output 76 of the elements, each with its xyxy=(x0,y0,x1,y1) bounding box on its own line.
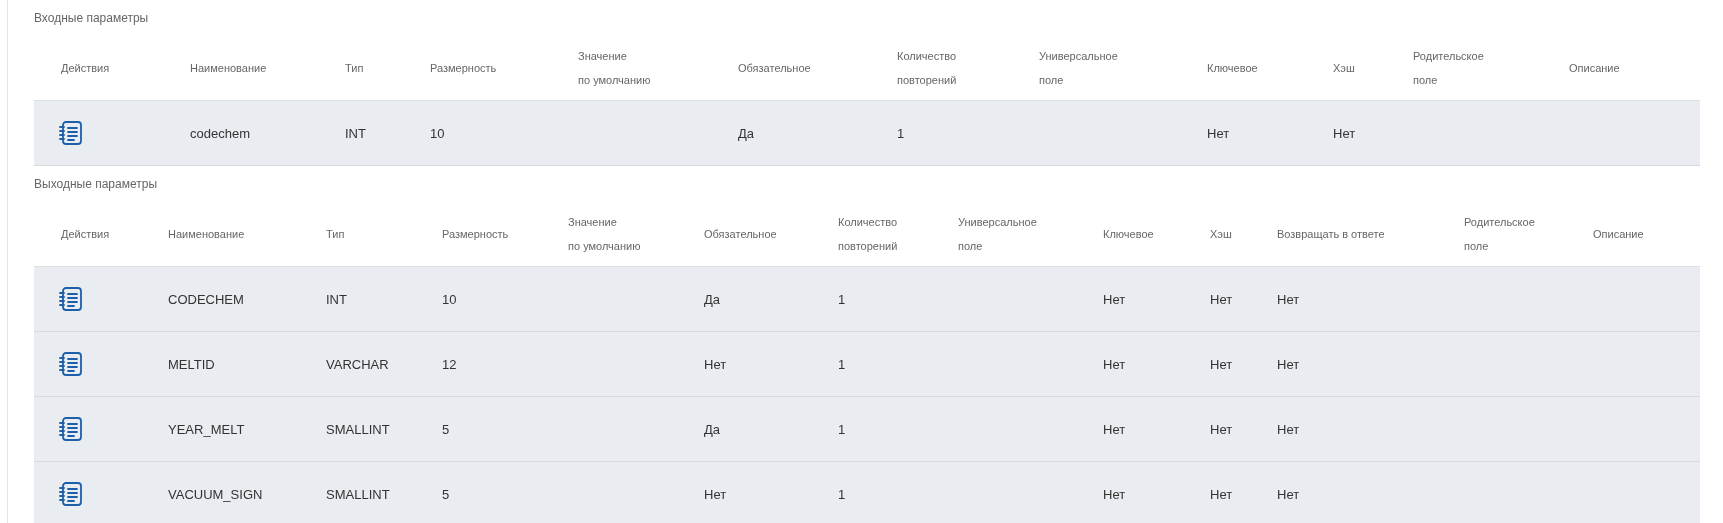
details-button[interactable] xyxy=(58,120,84,146)
table-cell: VACUUM_SIGN xyxy=(168,487,263,502)
table-cell: 10 xyxy=(430,126,445,141)
table-cell: 1 xyxy=(838,357,846,372)
table-cell: SMALLINT xyxy=(326,422,390,437)
column-header: Тип xyxy=(326,227,345,240)
section-title: Выходные параметры xyxy=(34,176,157,193)
column-header: Универсальное поле xyxy=(958,215,1037,252)
table-cell: Нет xyxy=(1103,422,1126,437)
table-cell: 10 xyxy=(442,292,457,307)
list-icon xyxy=(58,481,84,507)
table-cell: Нет xyxy=(1210,487,1233,502)
table-cell: Нет xyxy=(1277,292,1300,307)
list-icon xyxy=(58,416,84,442)
table-cell: Нет xyxy=(1333,126,1356,141)
table-cell: MELTID xyxy=(168,357,215,372)
table-cell: SMALLINT xyxy=(326,487,390,502)
column-header: Ключевое xyxy=(1103,227,1154,240)
column-header: Количество повторений xyxy=(897,49,957,86)
column-header: Ключевое xyxy=(1207,61,1258,74)
details-button[interactable] xyxy=(58,286,84,312)
column-header: Хэш xyxy=(1210,227,1232,240)
table-cell: CODECHEM xyxy=(168,292,244,307)
table-cell: Да xyxy=(704,292,721,307)
table-cell: 12 xyxy=(442,357,457,372)
table-cell: 1 xyxy=(838,487,846,502)
column-header: Значение по умолчанию xyxy=(578,49,651,86)
column-header: Наименование xyxy=(168,227,245,240)
column-header: Родительское поле xyxy=(1464,215,1535,252)
table-cell: Нет xyxy=(1210,357,1233,372)
column-header: Хэш xyxy=(1333,61,1355,74)
column-header: Действия xyxy=(61,61,110,74)
table-cell: Нет xyxy=(1103,487,1126,502)
column-header: Наименование xyxy=(190,61,267,74)
table-cell: Нет xyxy=(1103,292,1126,307)
column-header: Действия xyxy=(61,227,110,240)
table-cell: Нет xyxy=(1103,357,1126,372)
details-button[interactable] xyxy=(58,481,84,507)
column-header: Тип xyxy=(345,61,364,74)
table-cell: VARCHAR xyxy=(326,357,389,372)
table-cell: Нет xyxy=(704,357,727,372)
column-header: Родительское поле xyxy=(1413,49,1484,86)
section-title: Входные параметры xyxy=(34,10,149,27)
table-cell: Нет xyxy=(1210,422,1233,437)
table-cell: Нет xyxy=(1207,126,1230,141)
table-cell: 1 xyxy=(838,422,846,437)
details-button[interactable] xyxy=(58,416,84,442)
table-cell: Нет xyxy=(1277,422,1300,437)
table-cell: 5 xyxy=(442,422,450,437)
column-header: Возвращать в ответе xyxy=(1277,227,1385,240)
column-header: Количество повторений xyxy=(838,215,898,252)
table-cell: Нет xyxy=(1277,357,1300,372)
column-header: Значение по умолчанию xyxy=(568,215,641,252)
details-button[interactable] xyxy=(58,351,84,377)
table-cell: Нет xyxy=(1210,292,1233,307)
table-cell: Нет xyxy=(1277,487,1300,502)
column-header: Описание xyxy=(1593,227,1644,240)
table-cell: Да xyxy=(738,126,755,141)
list-icon xyxy=(58,286,84,312)
table-cell: INT xyxy=(326,292,347,307)
table-cell: 5 xyxy=(442,487,450,502)
column-header: Размерность xyxy=(430,61,497,74)
column-header: Размерность xyxy=(442,227,509,240)
column-header: Универсальное поле xyxy=(1039,49,1118,86)
table-cell: YEAR_MELT xyxy=(168,422,245,437)
table-cell: INT xyxy=(345,126,366,141)
table-cell: 1 xyxy=(838,292,846,307)
list-icon xyxy=(58,351,84,377)
table-cell: Нет xyxy=(704,487,727,502)
column-header: Обязательное xyxy=(738,61,811,74)
table-cell: codechem xyxy=(190,126,250,141)
column-header: Описание xyxy=(1569,61,1620,74)
list-icon xyxy=(58,120,84,146)
table-cell: Да xyxy=(704,422,721,437)
column-header: Обязательное xyxy=(704,227,777,240)
table-cell: 1 xyxy=(897,126,905,141)
